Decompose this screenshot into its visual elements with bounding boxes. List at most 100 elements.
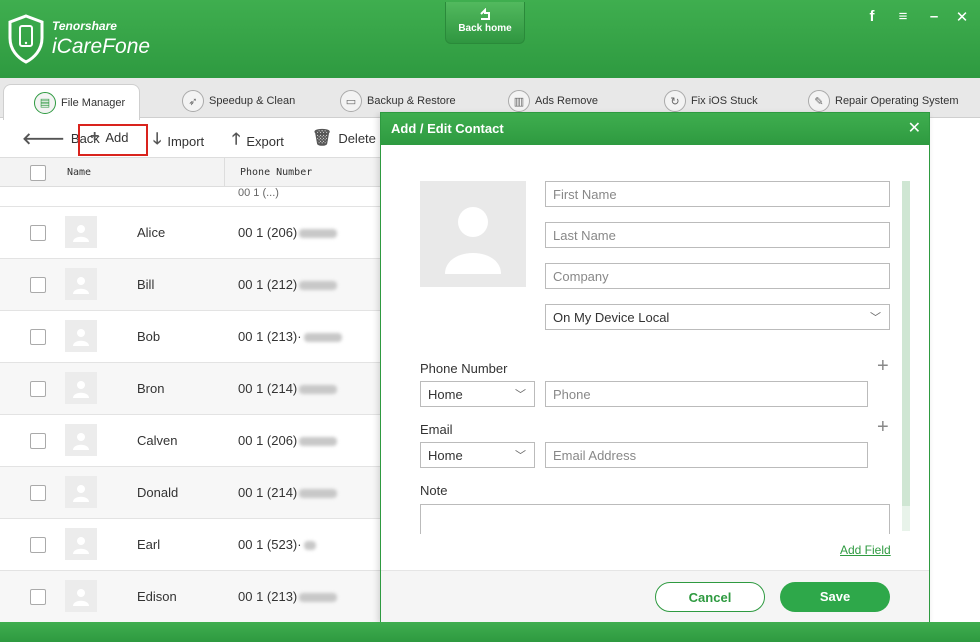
dialog-scrollbar[interactable] [902, 181, 910, 531]
table-row[interactable]: Bill 00 1 (212) [0, 259, 380, 311]
contact-phone: 00 1 (212) [238, 277, 338, 292]
contact-name: Alice [137, 225, 166, 240]
contacts-table-header: Name Phone Number [0, 157, 380, 187]
table-row[interactable]: Bob 00 1 (213)· [0, 311, 380, 363]
row-checkbox[interactable] [30, 485, 46, 501]
phone-type-select[interactable]: Home ﹀ [420, 381, 535, 407]
avatar-placeholder-icon [65, 268, 97, 300]
refresh-icon: ↻ [664, 90, 686, 112]
add-email-plus-icon[interactable]: + [877, 416, 889, 439]
row-checkbox[interactable] [30, 329, 46, 345]
import-button[interactable]: 🡓 Import [153, 128, 204, 155]
phone-type-value: Home [428, 387, 463, 402]
company-field[interactable]: Company [545, 263, 890, 289]
add-phone-plus-icon[interactable]: + [877, 355, 889, 378]
contact-phone: 00 1 (523)· [238, 537, 316, 552]
contact-name: Bill [137, 277, 155, 292]
file-manager-icon: ▤ [34, 91, 56, 114]
contact-name: Bron [137, 381, 165, 396]
email-field[interactable]: Email Address [545, 442, 868, 468]
phone-shield-logo-icon [8, 14, 44, 64]
tab-speedup-clean[interactable]: ➶ Speedup & Clean [182, 84, 295, 118]
menu-icon[interactable]: ≡ [893, 8, 913, 25]
tab-label: Repair Operating System [835, 95, 959, 107]
trash-can-icon: 🗑 [312, 130, 333, 147]
avatar-placeholder-icon [65, 580, 97, 612]
contact-photo-placeholder[interactable] [420, 181, 526, 287]
avatar-placeholder-icon [65, 528, 97, 560]
add-edit-contact-dialog: Add / Edit Contact ✕ First Name Last Nam… [380, 112, 930, 622]
avatar-placeholder-icon [65, 372, 97, 404]
tab-label: File Manager [61, 96, 126, 109]
contact-phone: 00 1 (214) [238, 485, 338, 500]
select-all-checkbox[interactable] [30, 165, 46, 181]
contact-name: Bob [137, 329, 161, 344]
contact-phone: 00 1 (213) [238, 589, 338, 604]
redacted-digits [303, 333, 342, 343]
row-checkbox[interactable] [30, 277, 46, 293]
row-checkbox[interactable] [30, 381, 46, 397]
note-label: Note [420, 483, 448, 498]
import-label: Import [167, 134, 205, 149]
trash-icon: ▥ [508, 90, 530, 112]
rocket-icon: ➶ [182, 90, 204, 112]
delete-button[interactable]: 🗑 Delete [312, 128, 376, 148]
brand-company: Tenorshare [52, 19, 117, 33]
table-row[interactable]: Alice 00 1 (206) [0, 207, 380, 259]
contact-name: Calven [137, 433, 178, 448]
row-checkbox[interactable] [30, 433, 46, 449]
tab-label: Ads Remove [535, 95, 598, 107]
contact-phone: 00 1 (206) [238, 225, 338, 240]
account-select[interactable]: On My Device Local ﹀ [545, 304, 890, 330]
close-window-icon[interactable]: ✕ [952, 8, 972, 26]
save-button[interactable]: Save [780, 582, 890, 612]
scrollbar-thumb[interactable] [902, 181, 910, 506]
first-name-field[interactable]: First Name [545, 181, 890, 207]
person-silhouette-icon [445, 207, 501, 274]
last-name-field[interactable]: Last Name [545, 222, 890, 248]
redacted-digits [299, 489, 338, 499]
redacted-digits [299, 281, 338, 291]
table-row[interactable]: Edison 00 1 (213) [0, 571, 380, 623]
email-type-select[interactable]: Home ﹀ [420, 442, 535, 468]
bottom-status-bar [0, 622, 980, 642]
export-button[interactable]: 🡑 Export [232, 128, 284, 155]
phone-field[interactable]: Phone [545, 381, 868, 407]
email-label: Email [420, 422, 453, 437]
back-home-button[interactable]: Back home [445, 2, 525, 44]
email-type-value: Home [428, 448, 463, 463]
table-row[interactable]: Earl 00 1 (523)· [0, 519, 380, 571]
close-icon[interactable]: ✕ [908, 118, 921, 138]
back-arrow-icon [480, 8, 490, 20]
folder-icon: ▭ [340, 90, 362, 112]
table-row[interactable]: Calven 00 1 (206) [0, 415, 380, 467]
table-row[interactable]: Bron 00 1 (214) [0, 363, 380, 415]
tab-label: Fix iOS Stuck [691, 95, 758, 107]
dialog-title-bar: Add / Edit Contact ✕ [381, 113, 929, 145]
row-checkbox[interactable] [30, 225, 46, 241]
row-checkbox[interactable] [30, 589, 46, 605]
avatar-placeholder-icon [65, 476, 97, 508]
tab-label: Speedup & Clean [209, 95, 296, 107]
tab-label: Backup & Restore [367, 95, 456, 107]
tab-file-manager[interactable]: ▤ File Manager [3, 84, 141, 120]
chevron-down-icon: ﹀ [870, 312, 881, 324]
redacted-digits [299, 437, 338, 447]
contact-name: Edison [137, 589, 177, 604]
contacts-toolbar: 🡐 Back + Add 🡓 Import 🡑 Export 🗑 Delete [0, 119, 380, 155]
note-textarea[interactable] [420, 504, 890, 534]
add-button-highlight [78, 124, 148, 156]
facebook-icon[interactable]: f [862, 8, 882, 25]
row-checkbox[interactable] [30, 537, 46, 553]
brand-name: iCareFone [52, 35, 151, 58]
add-field-link[interactable]: Add Field [840, 543, 891, 557]
cancel-button[interactable]: Cancel [655, 582, 765, 612]
app-header: Tenorshare iCareFone Back home f ≡ – ✕ [0, 0, 980, 78]
minimize-icon[interactable]: – [924, 8, 944, 25]
contact-phone: 00 1 (214) [238, 381, 338, 396]
export-label: Export [246, 134, 284, 149]
avatar-placeholder-icon [65, 424, 97, 456]
table-row[interactable]: Donald 00 1 (214) [0, 467, 380, 519]
chevron-down-icon: ﹀ [515, 389, 526, 401]
redacted-digits [299, 385, 338, 395]
